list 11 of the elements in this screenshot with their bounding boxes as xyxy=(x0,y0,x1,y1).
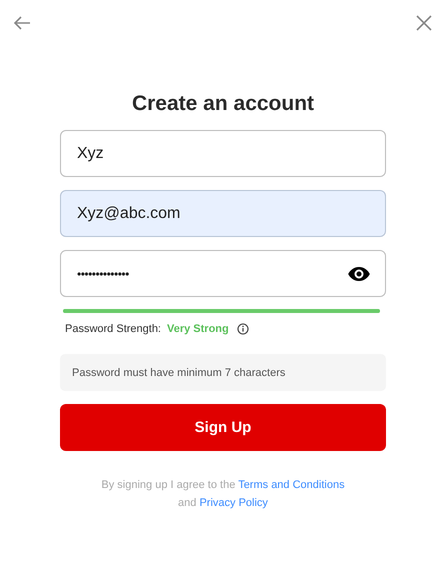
strength-label: Password Strength: xyxy=(65,323,161,335)
close-icon[interactable] xyxy=(414,13,434,33)
strength-value: Very Strong xyxy=(167,323,229,335)
input-field[interactable]: •••••••••••••• xyxy=(60,250,386,297)
password-hint: Password must have minimum 7 characters xyxy=(60,354,386,391)
input-field[interactable]: Xyz@abc.com xyxy=(60,190,386,237)
input-field[interactable]: Xyz xyxy=(60,130,386,177)
info-icon[interactable] xyxy=(236,323,249,335)
sign-up-button[interactable]: Sign Up xyxy=(60,404,386,451)
terms-notice: By signing up I agree to the Terms and Conditions and Privacy Policy xyxy=(100,478,346,511)
page-title: Create an account xyxy=(130,91,316,117)
